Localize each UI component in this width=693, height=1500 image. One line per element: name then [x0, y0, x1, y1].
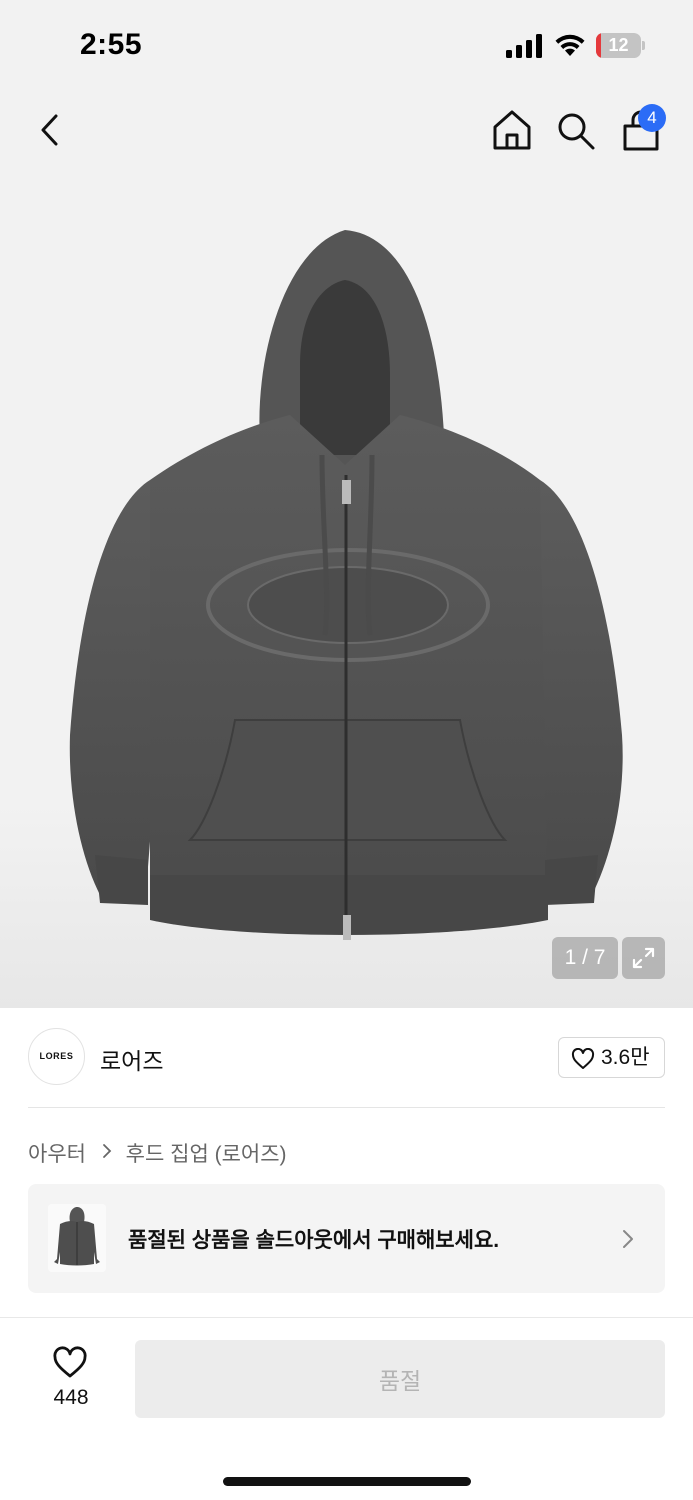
brand-like-count: 3.6만: [601, 1046, 650, 1069]
cart-button[interactable]: 4: [618, 104, 670, 154]
home-icon: [493, 110, 531, 150]
brand-name[interactable]: 로어즈: [100, 1042, 163, 1076]
status-bar: 2:55 12: [0, 0, 693, 90]
search-icon: [558, 113, 595, 150]
top-navigation: 4: [0, 90, 693, 175]
back-button[interactable]: [30, 108, 70, 152]
battery-indicator: 12: [596, 33, 646, 58]
wifi-icon: [555, 34, 585, 56]
battery-level: 12: [608, 35, 629, 55]
chevron-right-icon: [623, 1230, 633, 1248]
wishlist-count: 448: [53, 1386, 89, 1409]
expand-icon: [632, 947, 655, 969]
cellular-signal-icon: [506, 34, 542, 58]
hoodie-image: [69, 230, 623, 940]
soldout-banner-text: 품절된 상품을 솔드아웃에서 구매해보세요.: [128, 1229, 500, 1252]
expand-image-button[interactable]: [622, 937, 665, 979]
breadcrumb-category[interactable]: 아우터: [28, 1138, 86, 1168]
divider: [0, 1317, 693, 1318]
search-button[interactable]: [555, 108, 597, 152]
status-time: 2:55: [80, 28, 143, 61]
wishlist-button[interactable]: 448: [40, 1340, 102, 1416]
chevron-left-icon: [41, 114, 58, 146]
soldout-button[interactable]: 품절: [135, 1340, 665, 1418]
brand-logo[interactable]: LORES: [28, 1028, 85, 1085]
home-button[interactable]: [490, 108, 534, 152]
breadcrumb: 아우터 후드 집업 (로어즈): [28, 1138, 287, 1168]
cart-count-badge: 4: [638, 104, 666, 132]
heart-icon: [53, 1346, 87, 1378]
hoodie-thumbnail: [48, 1204, 106, 1272]
heart-icon: [571, 1048, 595, 1069]
home-indicator: [223, 1477, 471, 1486]
soldout-banner[interactable]: 품절된 상품을 솔드아웃에서 구매해보세요.: [28, 1184, 665, 1293]
chevron-right-icon: [102, 1143, 112, 1158]
breadcrumb-subcategory[interactable]: 후드 집업 (로어즈): [126, 1138, 287, 1168]
brand-like-button[interactable]: 3.6만: [558, 1037, 665, 1078]
product-image-carousel[interactable]: 1 / 7: [0, 175, 693, 1008]
divider: [28, 1107, 665, 1108]
brand-row: LORES 로어즈 3.6만: [28, 1028, 665, 1088]
page-indicator: 1 / 7: [552, 937, 618, 979]
